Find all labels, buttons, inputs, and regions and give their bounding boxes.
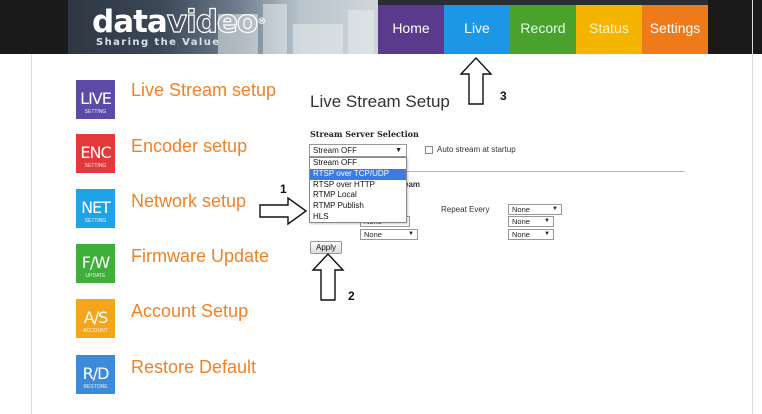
repeat-select-b[interactable]: None ▼: [508, 216, 554, 227]
chevron-down-icon: ▼: [408, 231, 414, 237]
server-selection-label: Stream Server Selection: [310, 129, 419, 139]
right-divider: [752, 0, 753, 414]
arrow-right-icon: [259, 196, 308, 226]
dropdown-option[interactable]: RTMP Local: [310, 190, 406, 201]
dropdown-option-highlighted[interactable]: RTSP over TCP/UDP: [310, 168, 406, 180]
section-divider: [405, 171, 685, 172]
account-setup-icon: A/S ACCOUNT: [76, 299, 115, 338]
arrow-up-icon: [311, 252, 345, 301]
annotation-number-2: 2: [348, 289, 355, 303]
auto-stream-label: Auto stream at startup: [437, 145, 516, 154]
page-title: Live Stream Setup: [310, 92, 450, 111]
chevron-down-icon: ▼: [552, 206, 558, 212]
dropdown-option[interactable]: HLS: [310, 212, 406, 223]
stream-select-value: Stream OFF: [313, 146, 358, 155]
repeat-every-label: Repeat Every: [441, 205, 490, 214]
left-divider: [31, 54, 32, 414]
dropdown-option[interactable]: RTMP Publish: [310, 201, 406, 212]
schedule-select-d[interactable]: None ▼: [360, 229, 418, 240]
network-setting-icon: NET SETTING: [76, 189, 115, 228]
sidebar-item-label[interactable]: Network setup: [131, 191, 246, 212]
stream-server-dropdown[interactable]: Stream OFF RTSP over TCP/UDP RTSP over H…: [309, 157, 407, 223]
stream-server-select[interactable]: Stream OFF ▼: [309, 144, 407, 157]
repeat-select-a[interactable]: None ▼: [508, 204, 562, 215]
nav-live[interactable]: Live: [444, 5, 510, 54]
tagline: Sharing the Value: [96, 37, 221, 48]
sidebar-item-label[interactable]: Account Setup: [131, 301, 248, 322]
restore-default-icon: R/D RESTORE: [76, 355, 115, 394]
chevron-down-icon: ▼: [544, 218, 550, 224]
repeat-select-c[interactable]: None ▼: [508, 229, 554, 240]
arrow-up-icon: [459, 56, 493, 105]
dropdown-option[interactable]: RTSP over HTTP: [310, 180, 406, 191]
chevron-down-icon: ▼: [544, 231, 550, 237]
nav-status[interactable]: Status: [576, 5, 642, 54]
auto-stream-checkbox[interactable]: [425, 146, 433, 154]
sidebar-item-label[interactable]: Restore Default: [131, 357, 256, 378]
chevron-down-icon: ▼: [395, 147, 402, 154]
annotation-number-1: 1: [280, 182, 287, 196]
sidebar-item-label[interactable]: Encoder setup: [131, 136, 247, 157]
sidebar-item-label[interactable]: Firmware Update: [131, 246, 269, 267]
sidebar-item-label[interactable]: Live Stream setup: [131, 80, 276, 101]
live-setting-icon: LIVE SETTING: [76, 80, 115, 119]
nav-home[interactable]: Home: [378, 5, 444, 54]
nav-record[interactable]: Record: [510, 5, 576, 54]
encoder-setting-icon: ENC SETTING: [76, 134, 115, 173]
nav-settings[interactable]: Settings: [642, 5, 708, 54]
annotation-number-3: 3: [500, 89, 507, 103]
dropdown-option[interactable]: Stream OFF: [310, 158, 406, 169]
datavideo-logo: datavideo®: [92, 4, 266, 40]
firmware-update-icon: F/W UPDATE: [76, 244, 115, 283]
